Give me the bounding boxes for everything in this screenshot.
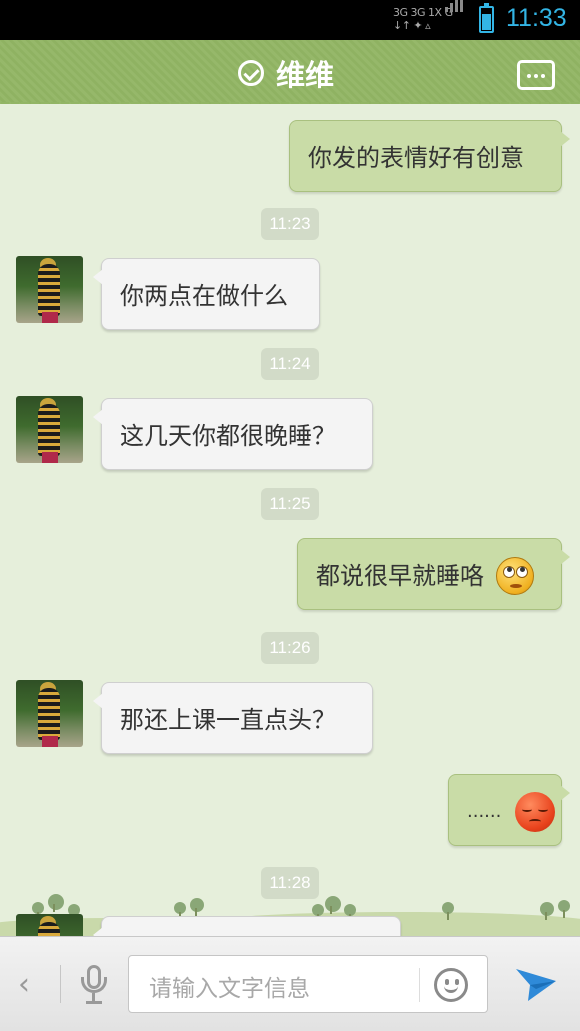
- chat-area[interactable]: 你发的表情好有创意 11:23 你两点在做什么 11:24 这几天你都很晚睡？ …: [0, 104, 580, 936]
- input-placeholder: 请输入文字信息: [149, 976, 310, 1002]
- message-bubble-sent[interactable]: 都说很早就睡咯: [297, 538, 570, 610]
- contact-avatar[interactable]: [16, 256, 83, 323]
- network-indicators: 3G 3G 1X G ↓↑ ✦ ▵: [393, 0, 473, 34]
- message-input[interactable]: 请输入文字信息: [128, 955, 488, 1013]
- message-bubble-received[interactable]: 你两点在做什么: [93, 258, 320, 330]
- network-activity: ↓↑ ✦ ▵: [393, 19, 431, 32]
- message-bubble-sent[interactable]: ......: [448, 774, 570, 846]
- battery-icon: [479, 3, 494, 33]
- input-bar: ‹ 请输入文字信息: [0, 936, 580, 1031]
- page-title: 维维: [276, 58, 335, 92]
- divider: [60, 965, 61, 1003]
- contact-avatar[interactable]: [16, 396, 83, 463]
- timestamp: 11:26: [261, 632, 319, 664]
- divider: [419, 968, 420, 1002]
- message-bubble-received-partial[interactable]: [93, 916, 401, 936]
- contact-title: 维维: [238, 56, 334, 92]
- microphone-icon[interactable]: [80, 965, 108, 1007]
- status-bar: 3G 3G 1X G ↓↑ ✦ ▵ 11:33: [0, 0, 580, 40]
- status-time: 11:33: [506, 4, 567, 32]
- message-text: 你发的表情好有创意: [308, 144, 524, 172]
- message-bubble-received[interactable]: 这几天你都很晚睡？: [93, 398, 373, 470]
- message-text: 这几天你都很晚睡？: [120, 422, 336, 450]
- timestamp: 11:24: [261, 348, 319, 380]
- timestamp: 11:28: [261, 867, 319, 899]
- message-text: 那还上课一直点头？: [120, 706, 336, 734]
- sleepy-emoji-icon: [514, 792, 555, 832]
- contact-avatar[interactable]: [16, 680, 83, 747]
- message-bubble-received[interactable]: 那还上课一直点头？: [93, 682, 373, 754]
- check-circle-icon: [238, 60, 264, 86]
- send-icon[interactable]: [514, 963, 558, 1003]
- more-options-button[interactable]: [517, 60, 555, 90]
- message-text: 你两点在做什么: [120, 282, 288, 310]
- timestamp: 11:25: [261, 488, 319, 520]
- message-bubble-sent[interactable]: 你发的表情好有创意: [289, 120, 570, 192]
- contact-avatar[interactable]: [16, 914, 83, 936]
- eye-roll-emoji-icon: [495, 557, 534, 595]
- smiley-icon[interactable]: [434, 968, 468, 1002]
- chevron-left-icon[interactable]: ‹: [18, 967, 30, 1002]
- message-text: ......: [467, 801, 502, 822]
- message-text: 都说很早就睡咯: [316, 562, 484, 590]
- timestamp: 11:23: [261, 208, 319, 240]
- title-bar: 维维: [0, 40, 580, 110]
